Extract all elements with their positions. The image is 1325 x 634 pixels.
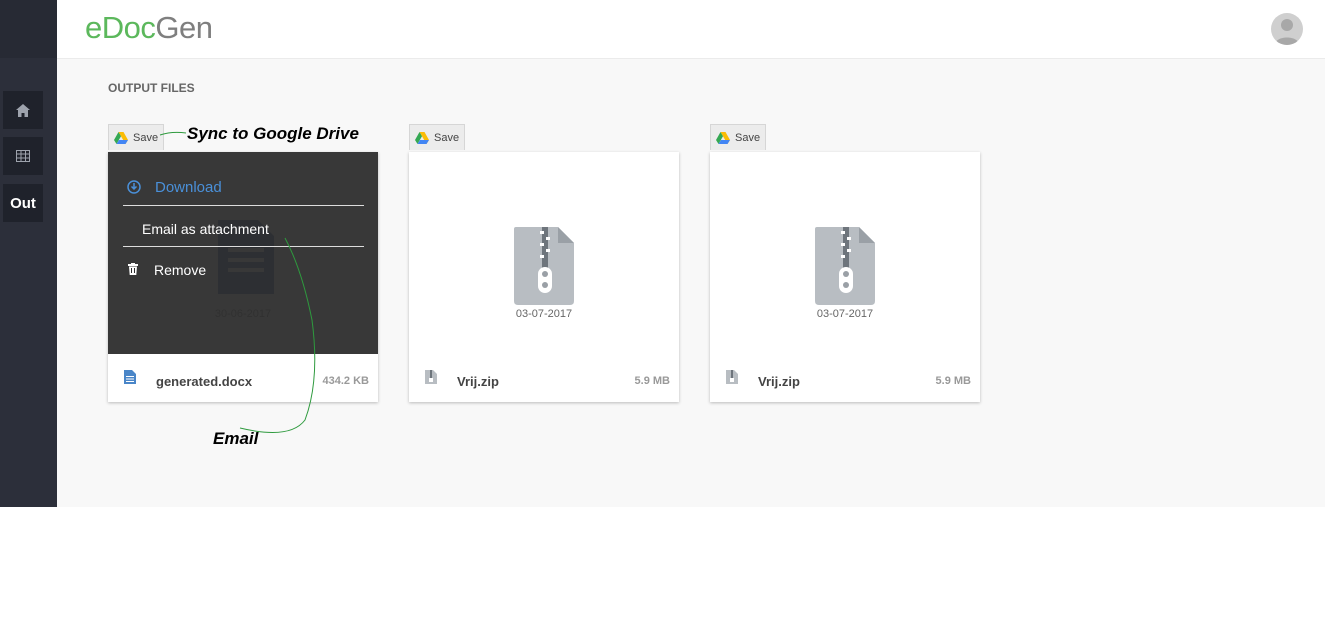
- annotation-lines: [159, 131, 316, 433]
- annotation-email: Email: [213, 429, 259, 448]
- annotation-sync: Sync to Google Drive: [187, 124, 359, 143]
